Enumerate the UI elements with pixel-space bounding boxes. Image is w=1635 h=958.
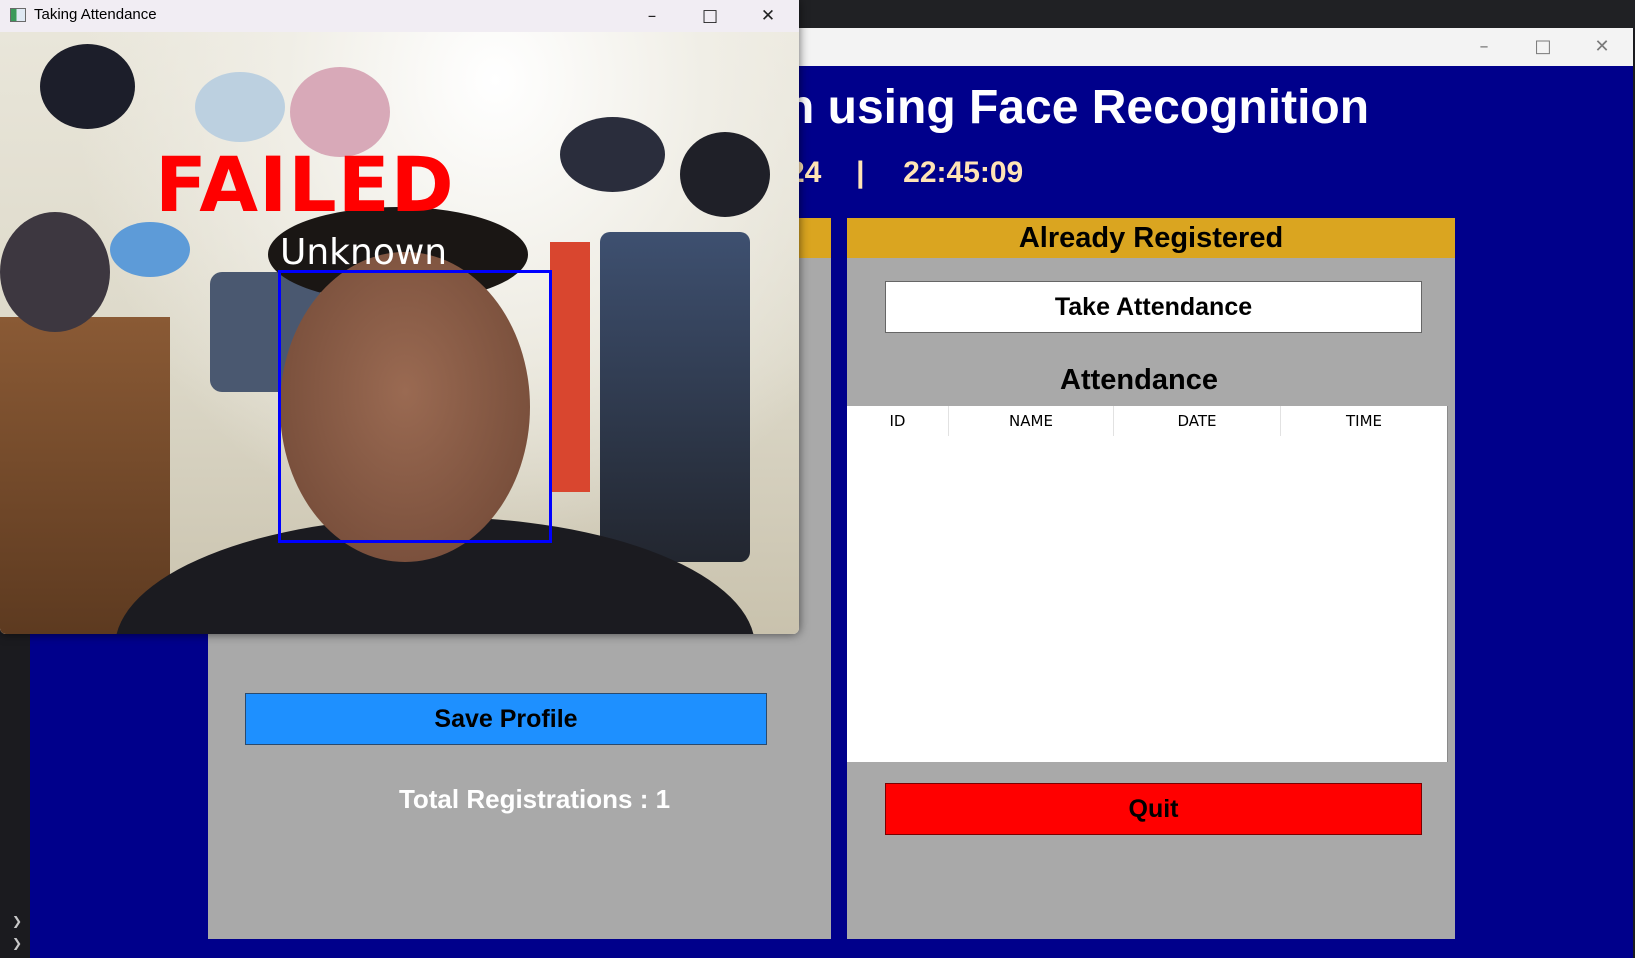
clock-separator: | bbox=[856, 156, 865, 189]
camera-window-title: Taking Attendance bbox=[34, 6, 157, 23]
maximize-icon[interactable]: □ bbox=[1514, 28, 1572, 66]
minimize-icon[interactable]: – bbox=[623, 0, 681, 32]
face-detection-box bbox=[278, 270, 552, 543]
hanging-clothes-shape bbox=[600, 232, 750, 562]
attendance-table[interactable]: ID NAME DATE TIME bbox=[847, 406, 1448, 762]
column-header-name[interactable]: NAME bbox=[949, 406, 1114, 436]
total-registrations: Total Registrations : 1 bbox=[398, 784, 671, 814]
recognition-status: FAILED bbox=[155, 140, 455, 229]
column-header-id[interactable]: ID bbox=[847, 406, 949, 436]
cap-shape bbox=[110, 222, 190, 277]
close-icon[interactable]: ✕ bbox=[1573, 28, 1631, 66]
app-title-text: n using Face Recognition bbox=[785, 81, 1370, 134]
attendance-panel: Already Registered Take Attendance Atten… bbox=[847, 218, 1455, 939]
chevron-right-icon[interactable]: ❯ bbox=[12, 914, 22, 928]
take-attendance-button[interactable]: Take Attendance bbox=[885, 281, 1422, 333]
clock-time: 22:45:09 bbox=[903, 156, 1024, 189]
helmet-shape bbox=[680, 132, 770, 217]
maximize-icon[interactable]: □ bbox=[681, 0, 739, 32]
save-profile-button[interactable]: Save Profile bbox=[245, 693, 767, 745]
helmet-shape bbox=[40, 44, 135, 129]
face-label: Unknown bbox=[280, 232, 448, 273]
right-panel-header: Already Registered bbox=[847, 218, 1455, 258]
cloth-shape bbox=[550, 242, 590, 492]
column-header-time[interactable]: TIME bbox=[1281, 406, 1447, 436]
close-icon[interactable]: ✕ bbox=[739, 0, 797, 32]
app-icon bbox=[10, 8, 26, 22]
bag-shape bbox=[195, 72, 285, 142]
attendance-label: Attendance bbox=[1060, 364, 1218, 396]
clock-line: 24 | 22:45:09 bbox=[788, 156, 1023, 190]
column-header-date[interactable]: DATE bbox=[1114, 406, 1281, 436]
chevron-right-icon[interactable]: ❯ bbox=[12, 936, 22, 950]
cabinet-shape bbox=[0, 317, 170, 634]
helmet-shape bbox=[560, 117, 665, 192]
camera-titlebar: Taking Attendance – □ ✕ bbox=[0, 0, 799, 32]
quit-button[interactable]: Quit bbox=[885, 783, 1422, 835]
camera-feed: FAILED Unknown bbox=[0, 32, 799, 634]
minimize-icon[interactable]: – bbox=[1455, 28, 1513, 66]
clothes-shape bbox=[0, 212, 110, 332]
camera-window: Taking Attendance – □ ✕ FAILED Unknown bbox=[0, 0, 799, 634]
